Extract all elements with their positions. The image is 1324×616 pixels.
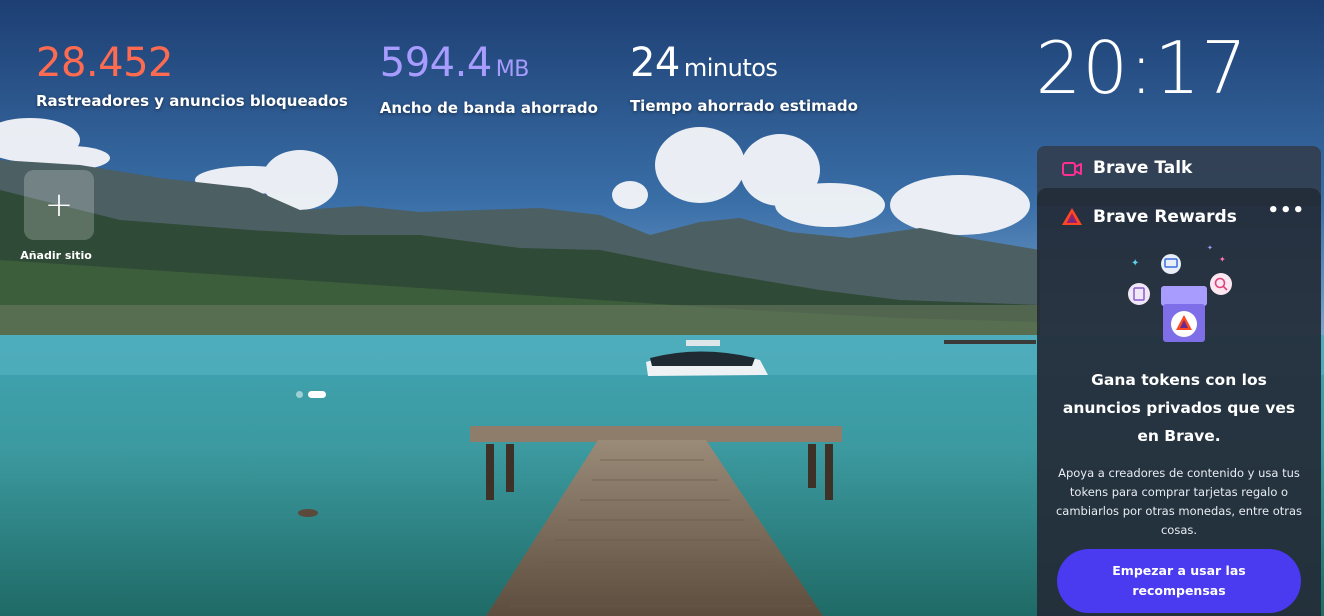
rewards-title: Brave Rewards	[1093, 207, 1237, 227]
time-value: 24 minutos	[630, 40, 858, 91]
start-rewards-button[interactable]: Empezar a usar las recompensas	[1057, 549, 1301, 613]
time-number: 24	[629, 40, 680, 86]
svg-text:✦: ✦	[1207, 244, 1213, 252]
stats-panel: 28.452 Rastreadores y anuncios bloqueado…	[36, 40, 890, 117]
trackers-caption: Rastreadores y anuncios bloqueados	[36, 92, 348, 110]
stat-bandwidth-saved: 594.4 MB Ancho de banda ahorrado	[380, 40, 598, 117]
rewards-header: Brave Rewards	[1061, 206, 1301, 228]
plus-icon: +	[44, 185, 74, 225]
pagination-dot[interactable]	[296, 391, 303, 398]
brave-talk-title: Brave Talk	[1093, 158, 1193, 178]
more-horizontal-icon[interactable]: •••	[1267, 200, 1305, 221]
svg-text:✦: ✦	[1219, 255, 1226, 264]
bandwidth-value: 594.4 MB	[380, 40, 598, 93]
clock[interactable]: 20:17	[1036, 26, 1249, 110]
add-site-button[interactable]: +	[24, 170, 94, 240]
brave-rewards-card: Brave Rewards ••• ✦ ✦ ✦ Gana tokens con …	[1037, 188, 1321, 616]
video-camera-icon	[1062, 162, 1082, 176]
bandwidth-caption: Ancho de banda ahorrado	[379, 99, 598, 117]
trackers-count: 28.452	[36, 40, 173, 86]
add-site-tile[interactable]: + Añadir sitio	[20, 170, 94, 262]
add-site-label: Añadir sitio	[20, 249, 92, 262]
top-sites-pagination	[296, 391, 331, 398]
rewards-description: Apoya a creadores de contenido y usa tus…	[1055, 466, 1303, 537]
pagination-dot-active[interactable]	[308, 391, 326, 398]
bandwidth-number: 594.4	[379, 40, 493, 86]
svg-text:✦: ✦	[1131, 258, 1139, 269]
bandwidth-unit: MB	[495, 57, 530, 82]
time-unit: minutos	[683, 54, 778, 82]
stat-time-saved: 24 minutos Tiempo ahorrado estimado	[630, 40, 858, 117]
rewards-illustration: ✦ ✦ ✦	[1128, 244, 1232, 342]
bat-logo-icon	[1062, 208, 1082, 225]
rewards-headline: Gana tokens con los anuncios privados qu…	[1062, 371, 1296, 445]
time-caption: Tiempo ahorrado estimado	[629, 97, 858, 115]
stat-trackers-blocked: 28.452 Rastreadores y anuncios bloqueado…	[36, 40, 348, 117]
